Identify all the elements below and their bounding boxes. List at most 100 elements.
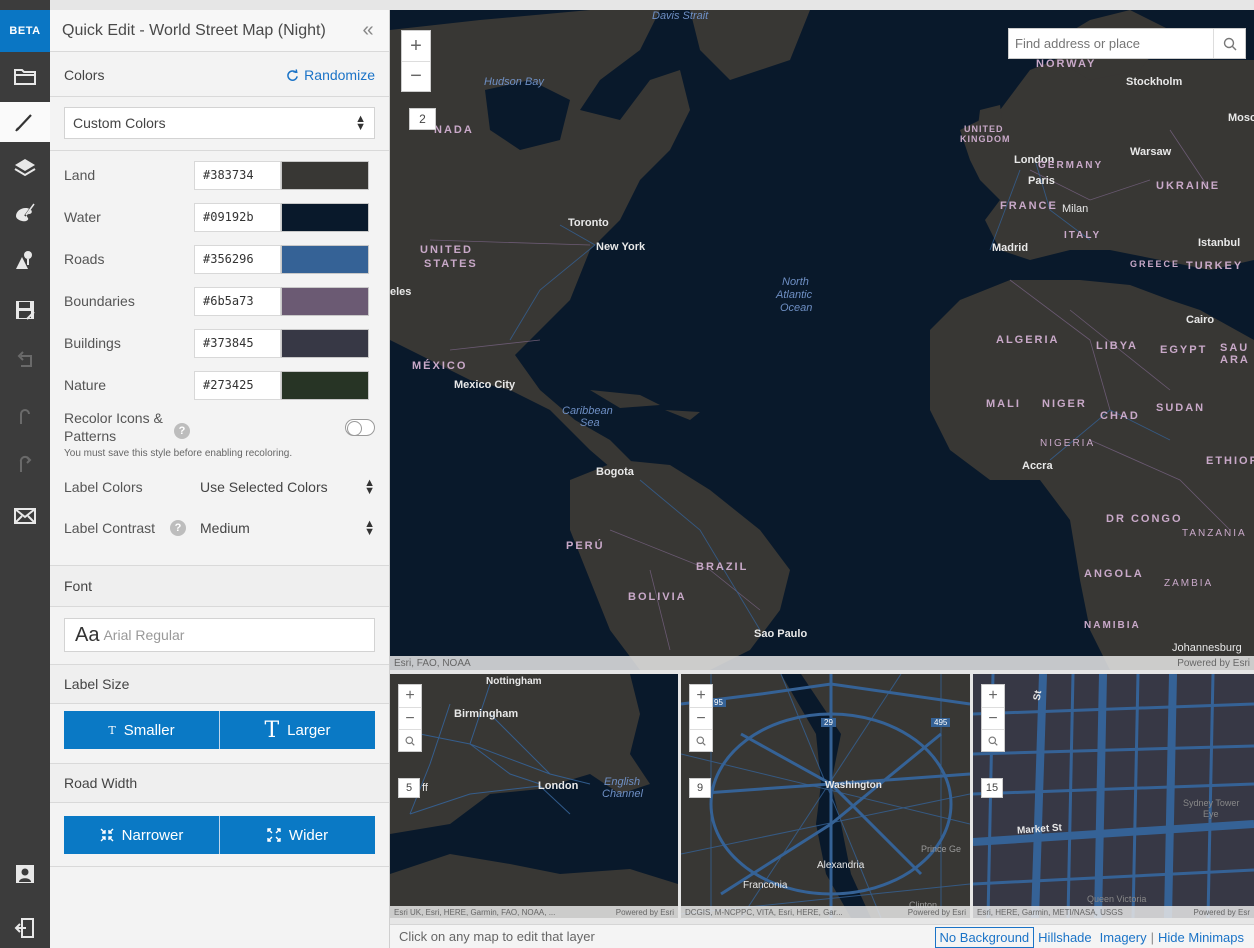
label-colors-value: Use Selected Colors	[200, 479, 328, 495]
expand-icon	[267, 828, 281, 842]
main-powered-by[interactable]: Powered by Esri	[1177, 658, 1250, 669]
main-zoom-level: 2	[409, 108, 436, 130]
label-contrast-select[interactable]: Medium ▲ ▼	[200, 512, 375, 544]
minimap-sydney-powered-by[interactable]: Powered by Esr	[1194, 908, 1250, 917]
buildings-color-swatch[interactable]	[281, 328, 369, 358]
paint-palette-icon[interactable]	[0, 194, 50, 234]
main-zoom-in-button[interactable]: +	[402, 31, 430, 61]
minimap-sydney-attribution: Esri, HERE, Garmin, METI/NASA, USGS Powe…	[973, 906, 1254, 918]
randomize-button[interactable]: Randomize	[286, 67, 375, 83]
minimap-sydney-zoom-out-button[interactable]: −	[982, 707, 1004, 729]
minimap-sydney[interactable]: Market St Sydney Tower Eye Queen Victori…	[973, 674, 1254, 918]
map-label-germany: GERMANY	[1038, 160, 1104, 171]
land-hex-input[interactable]: #383734	[194, 160, 281, 190]
map-label-angola: ANGOLA	[1084, 568, 1144, 580]
search-button[interactable]	[1213, 29, 1245, 58]
nature-hex-input[interactable]: #273425	[194, 370, 281, 400]
undo-icon[interactable]	[0, 340, 50, 380]
minimap-washington-search-button[interactable]	[690, 729, 712, 751]
map-label-johannesburg: Johannesburg	[1172, 642, 1242, 654]
minimap-washington-zoom-out-button[interactable]: −	[690, 707, 712, 729]
color-scheme-select[interactable]: Custom Colors ▲ ▼	[64, 107, 375, 139]
map-label-bogota: Bogota	[596, 466, 634, 478]
land-color-swatch[interactable]	[281, 160, 369, 190]
smaller-labels-button[interactable]: T Smaller	[64, 711, 219, 749]
redo-icon[interactable]	[0, 444, 50, 484]
select-arrows-icon: ▲ ▼	[364, 477, 375, 497]
label-contrast-help-icon[interactable]: ?	[170, 520, 186, 536]
beta-badge: BETA	[0, 10, 50, 52]
label-contrast-row: Label Contrast ? Medium ▲ ▼	[64, 512, 375, 544]
map-label-namibia: NAMIBIA	[1084, 620, 1141, 631]
roads-color-swatch[interactable]	[281, 244, 369, 274]
minimap-label-washington: Washington	[825, 780, 882, 791]
rotate-icon[interactable]	[0, 396, 50, 436]
main-zoom-out-button[interactable]: −	[402, 61, 430, 91]
nature-color-swatch[interactable]	[281, 370, 369, 400]
no-background-link[interactable]: No Background	[934, 927, 1035, 948]
road-width-section-header: Road Width	[50, 763, 389, 803]
label-colors-row: Label Colors Use Selected Colors ▲ ▼	[64, 471, 375, 503]
layers-icon[interactable]	[0, 148, 50, 188]
minimap-uk-zoom-out-button[interactable]: −	[399, 707, 421, 729]
main-map[interactable]: Davis Strait Hudson Bay NADA UNITED STAT…	[390, 10, 1254, 670]
imagery-link[interactable]: Imagery	[1096, 928, 1151, 947]
boundaries-hex-input[interactable]: #6b5a73	[194, 286, 281, 316]
sign-out-icon[interactable]	[0, 908, 50, 948]
label-size-buttons: T Smaller T Larger	[64, 711, 375, 749]
narrower-label: Narrower	[121, 826, 184, 844]
minimap-sydney-search-button[interactable]	[982, 729, 1004, 751]
collapse-panel-button[interactable]: «	[357, 19, 379, 42]
hide-minimaps-link[interactable]: Hide Minimaps	[1154, 928, 1248, 947]
minimap-label-franconia: Franconia	[743, 880, 788, 891]
narrower-roads-button[interactable]: Narrower	[64, 816, 219, 854]
minimap-washington-powered-by[interactable]: Powered by Esri	[908, 908, 966, 917]
minimap-uk-search-button[interactable]	[399, 729, 421, 751]
map-label-toronto: Toronto	[568, 217, 609, 229]
minimap-washington-attribution: DCGIS, M-NCPPC, VITA, Esri, HERE, Gar...…	[681, 906, 970, 918]
recolor-help-icon[interactable]: ?	[174, 423, 190, 439]
minimap-washington-attribution-text: DCGIS, M-NCPPC, VITA, Esri, HERE, Gar...	[685, 907, 843, 917]
minimap-uk-zoom-in-button[interactable]: +	[399, 685, 421, 707]
hillshade-link[interactable]: Hillshade	[1034, 928, 1095, 947]
recolor-toggle[interactable]	[345, 419, 375, 436]
save-icon[interactable]	[0, 290, 50, 330]
water-label: Water	[64, 209, 101, 225]
minimap-uk[interactable]: Nottingham Birmingham London English Cha…	[390, 674, 678, 918]
minimap-sydney-attribution-text: Esri, HERE, Garmin, METI/NASA, USGS	[977, 907, 1123, 917]
map-label-warsaw: Warsaw	[1130, 146, 1172, 158]
roads-hex-input[interactable]: #356296	[194, 244, 281, 274]
water-color-swatch[interactable]	[281, 202, 369, 232]
minimap-label-prince-ge: Prince Ge	[921, 844, 962, 854]
minimap-uk-powered-by[interactable]: Powered by Esri	[616, 908, 674, 917]
map-label-nigeria: NIGERIA	[1040, 438, 1096, 449]
main-map-attribution: Esri, FAO, NOAA Powered by Esri	[390, 656, 1254, 670]
pencil-icon[interactable]	[0, 102, 50, 142]
map-label-norway: NORWAY	[1036, 58, 1097, 70]
minimap-sydney-zoom-in-button[interactable]: +	[982, 685, 1004, 707]
map-label-north-atlantic-3: Ocean	[780, 302, 813, 314]
wider-roads-button[interactable]: Wider	[219, 816, 375, 854]
map-label-united-states-2: STATES	[424, 258, 478, 270]
font-heading: Font	[64, 578, 93, 594]
status-bar: Click on any map to edit that layer No B…	[390, 924, 1254, 948]
open-folder-icon[interactable]	[0, 56, 50, 96]
label-colors-select[interactable]: Use Selected Colors ▲ ▼	[200, 471, 375, 503]
minimap-washington-zoom-in-button[interactable]: +	[690, 685, 712, 707]
roads-label: Roads	[64, 251, 105, 267]
map-label-sao-paulo: Sao Paulo	[754, 628, 808, 640]
mail-icon[interactable]	[0, 496, 50, 536]
minimap-label-sydney-tower-1: Sydney Tower	[1183, 798, 1240, 808]
boundaries-color-swatch[interactable]	[281, 286, 369, 316]
water-hex-input[interactable]: #09192b	[194, 202, 281, 232]
buildings-hex-input[interactable]: #373845	[194, 328, 281, 358]
user-icon[interactable]	[0, 854, 50, 894]
panel-header: Quick Edit - World Street Map (Night) «	[50, 10, 389, 52]
map-label-milan: Milan	[1062, 203, 1089, 215]
font-picker[interactable]: Aa Arial Regular	[64, 618, 375, 652]
map-search-input[interactable]	[1009, 29, 1213, 58]
minimap-washington[interactable]: Washington Alexandria Franconia Prince G…	[681, 674, 970, 918]
larger-labels-button[interactable]: T Larger	[219, 711, 375, 749]
label-size-heading: Label Size	[64, 676, 130, 692]
map-marker-icon[interactable]	[0, 240, 50, 280]
